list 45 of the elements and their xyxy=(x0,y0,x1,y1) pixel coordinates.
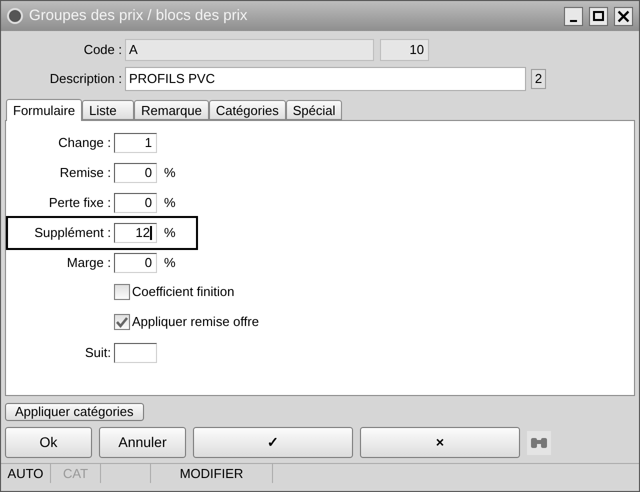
field-label: Change : xyxy=(57,134,111,152)
field-label: Supplément : xyxy=(33,224,111,242)
maximize-icon[interactable] xyxy=(589,6,608,26)
field-label: Perte fixe : xyxy=(48,194,111,212)
code-field[interactable]: A xyxy=(125,39,374,61)
number-field[interactable] xyxy=(114,343,157,363)
checkbox[interactable] xyxy=(114,284,130,300)
tab[interactable]: Formulaire xyxy=(6,99,82,121)
percent-label: % xyxy=(164,164,176,182)
cancel-button[interactable]: Annuler xyxy=(99,427,186,458)
code-number-field[interactable]: 10 xyxy=(380,39,429,61)
status-cell: CAT xyxy=(51,464,101,483)
number-field[interactable]: 0 xyxy=(114,253,157,273)
number-field[interactable]: 1 xyxy=(114,133,157,153)
dismiss-button[interactable]: × xyxy=(360,427,520,458)
tab[interactable]: Liste xyxy=(82,100,134,120)
checkbox[interactable] xyxy=(114,314,130,330)
checkbox-option[interactable]: Coefficient finition xyxy=(114,282,234,302)
app-icon xyxy=(7,8,23,24)
confirm-button[interactable]: ✓ xyxy=(193,427,353,458)
field-label: Remise : xyxy=(58,164,111,182)
number-field[interactable]: 0 xyxy=(114,193,157,213)
percent-label: % xyxy=(164,254,176,272)
window-title: Groupes des prix / blocs des prix xyxy=(29,6,248,26)
description-field[interactable]: PROFILS PVC xyxy=(125,67,526,91)
field-label: Marge : xyxy=(66,254,111,272)
field-label: Suit: xyxy=(84,344,111,362)
number-field[interactable]: 12 xyxy=(114,223,157,243)
checkbox-option[interactable]: Appliquer remise offre xyxy=(114,312,259,332)
status-cell: AUTO xyxy=(1,464,51,483)
count-badge: 2 xyxy=(531,69,546,89)
description-label: Description : xyxy=(48,70,123,88)
percent-label: % xyxy=(164,194,176,212)
code-label: Code : xyxy=(82,41,123,60)
close-icon[interactable] xyxy=(614,6,633,26)
tab[interactable]: Remarque xyxy=(134,100,209,120)
number-field[interactable]: 0 xyxy=(114,163,157,183)
tab[interactable]: Spécial xyxy=(286,100,342,120)
status-cell: MODIFIER xyxy=(151,464,273,483)
minimize-icon[interactable] xyxy=(564,6,583,26)
ok-button[interactable]: Ok xyxy=(5,427,92,458)
tab[interactable]: Catégories xyxy=(208,100,286,120)
apply-categories-button[interactable]: Appliquer catégories xyxy=(5,403,144,421)
check-icon xyxy=(116,316,128,328)
percent-label: % xyxy=(164,224,176,242)
